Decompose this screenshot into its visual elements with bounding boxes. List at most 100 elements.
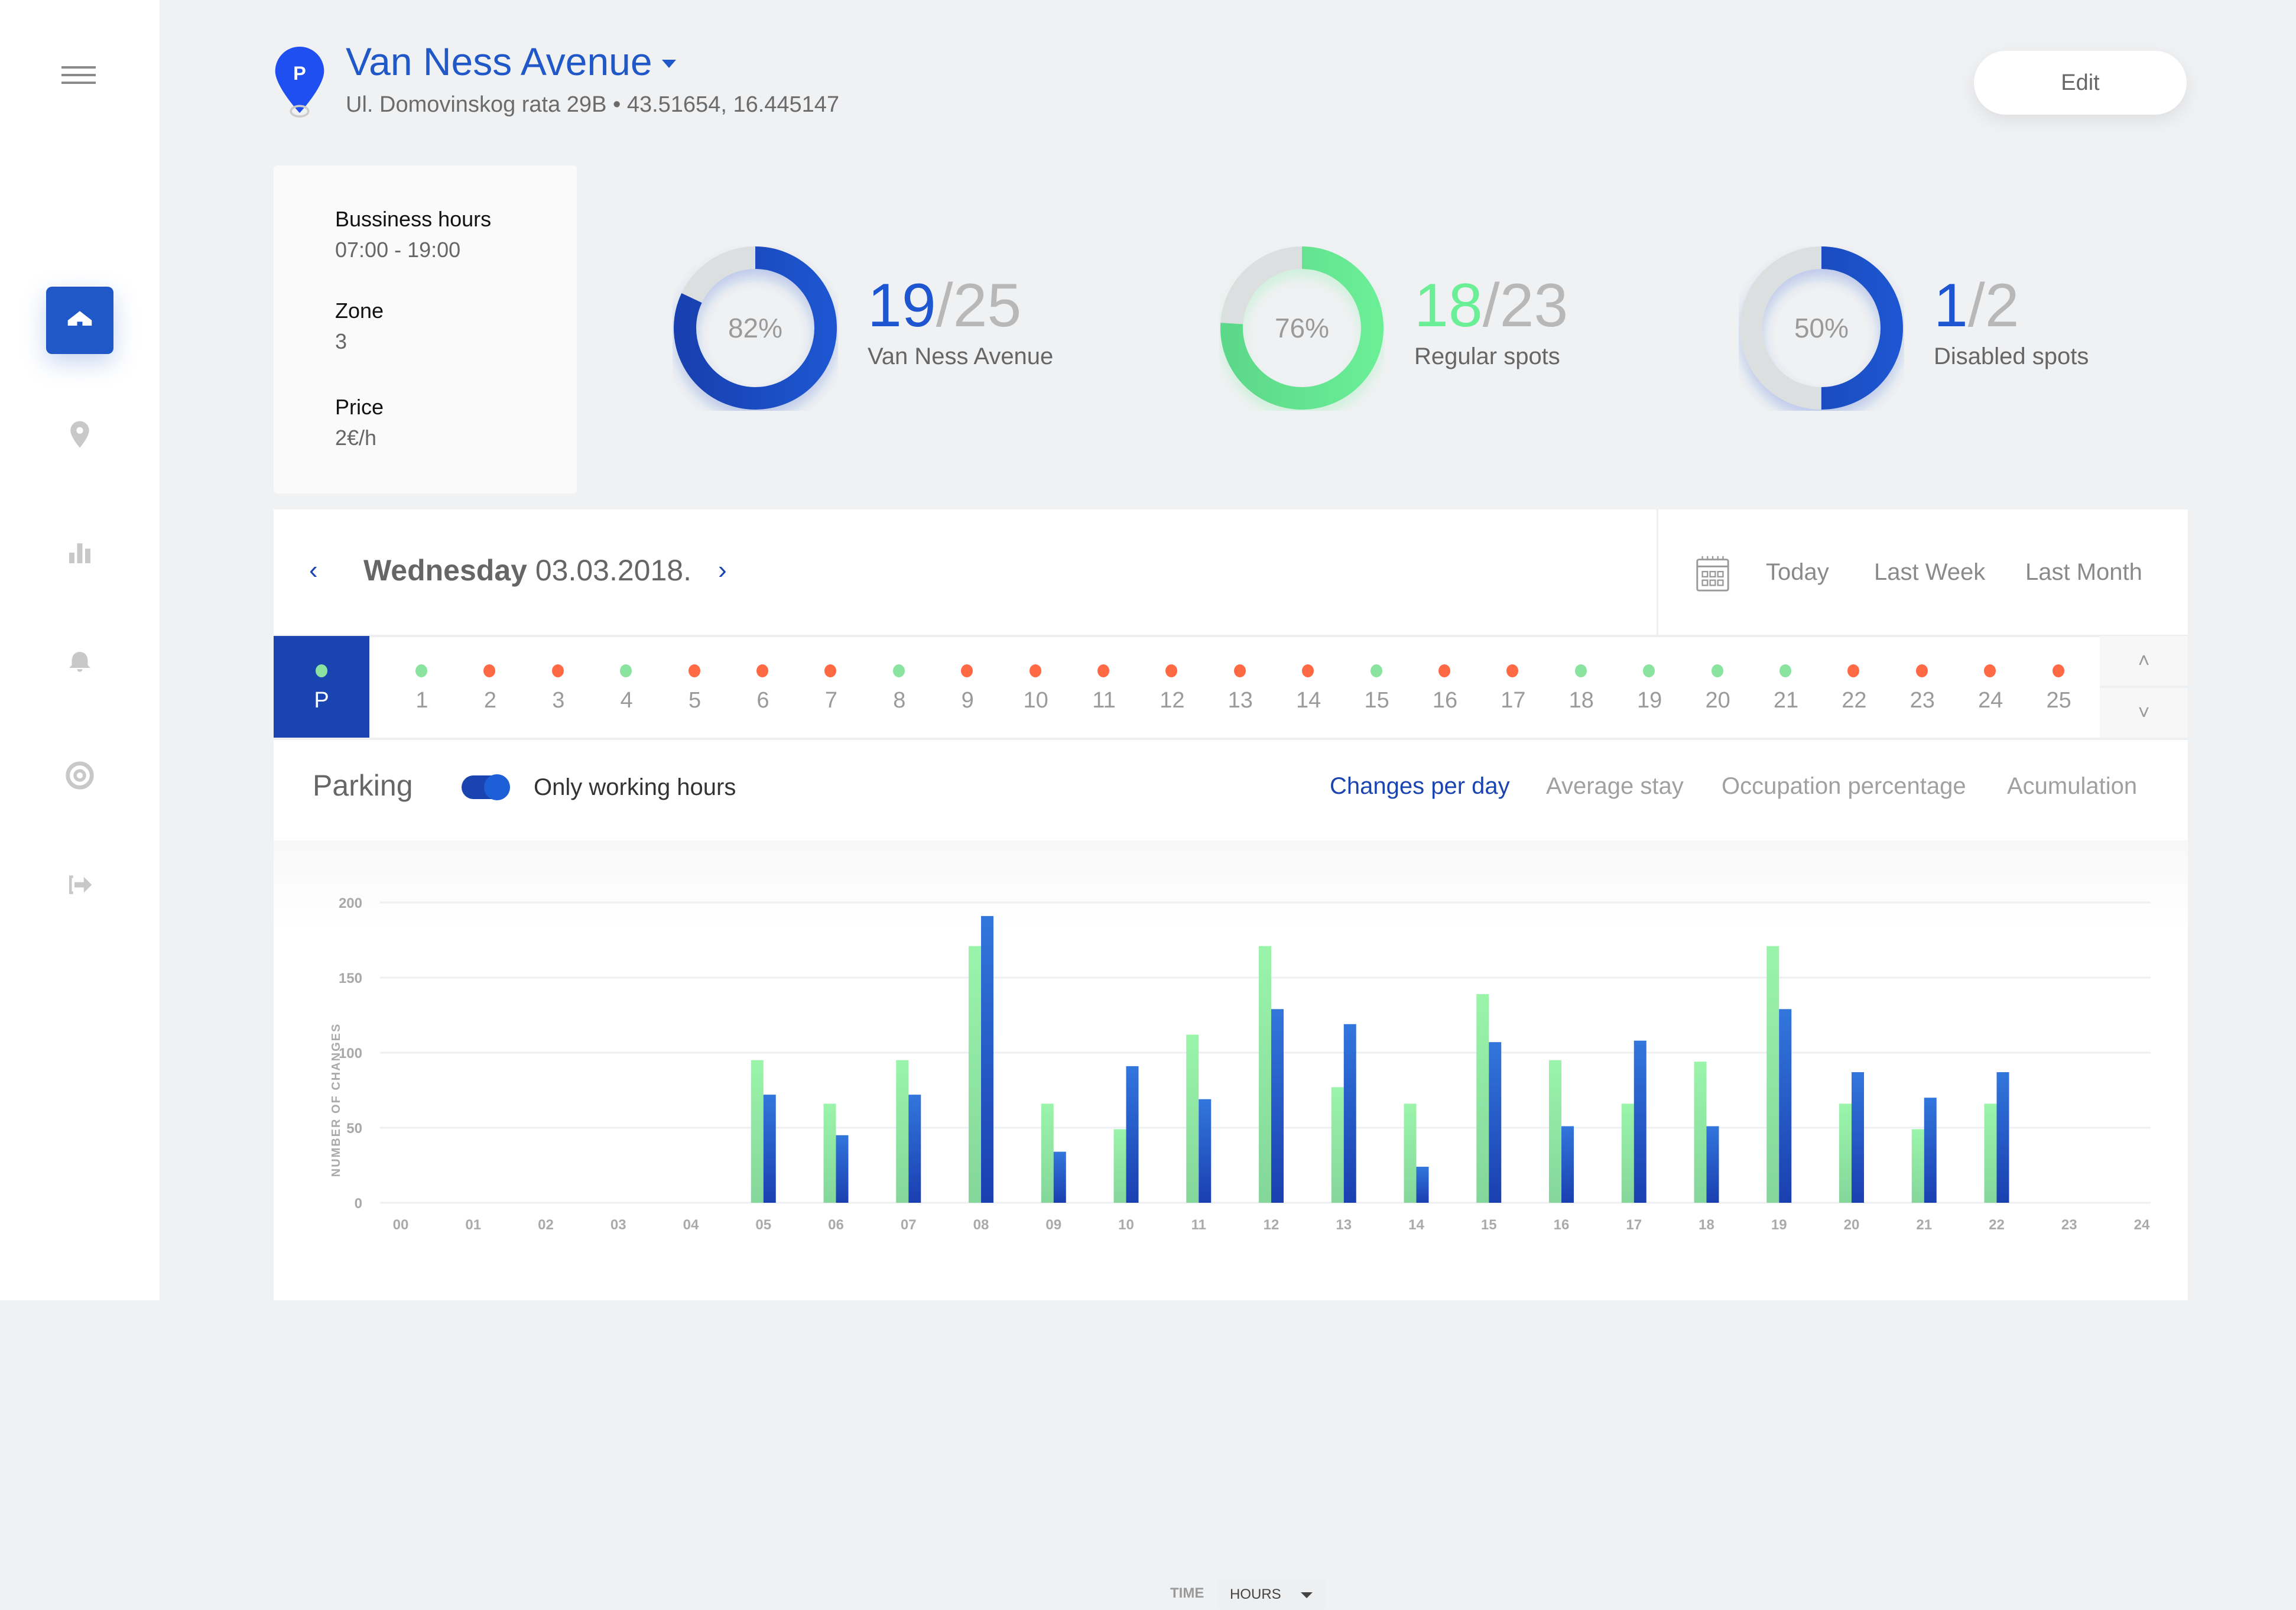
status-dot — [688, 664, 700, 677]
spot-22[interactable]: 22 — [1827, 636, 1881, 738]
spot-1[interactable]: 1 — [395, 636, 449, 738]
scroll-down-button[interactable]: ˅ — [2100, 688, 2188, 738]
sidebar-item-target[interactable] — [46, 742, 113, 809]
spot-6[interactable]: 6 — [736, 636, 790, 738]
x-tick-label: 11 — [1191, 1217, 1206, 1233]
status-dot — [551, 664, 564, 677]
x-tick-label: 06 — [828, 1217, 844, 1233]
spot-15[interactable]: 15 — [1350, 636, 1404, 738]
sidebar-item-logout[interactable] — [46, 851, 113, 918]
spot-19[interactable]: 19 — [1623, 636, 1676, 738]
edit-button[interactable]: Edit — [1974, 51, 2187, 115]
location-icon — [70, 421, 89, 448]
x-tick-label: 03 — [610, 1217, 626, 1233]
bar-blue-21 — [1924, 1098, 1937, 1203]
tab-occupation-percentage[interactable]: Occupation percentage — [1722, 773, 1966, 800]
spot-24[interactable]: 24 — [1964, 636, 2017, 738]
spot-number: 2 — [483, 688, 496, 713]
menu-icon[interactable] — [61, 66, 96, 84]
bar-chart: 050100150200NUMBER OF CHANGES00 01 02 03 04 0… — [330, 895, 2151, 1233]
spot-20[interactable]: 20 — [1691, 636, 1745, 738]
x-tick-label: 15 — [1481, 1217, 1497, 1233]
x-tick-label: 07 — [901, 1217, 917, 1233]
x-tick-label: 08 — [973, 1217, 989, 1233]
spot-7[interactable]: 7 — [804, 636, 858, 738]
range-last-week[interactable]: Last Week — [1874, 559, 1985, 586]
sidebar — [0, 0, 160, 1300]
spot-number: 22 — [1842, 688, 1867, 713]
price-label: Price — [335, 395, 384, 419]
range-last-month[interactable]: Last Month — [2025, 559, 2142, 586]
status-dot — [1915, 664, 1928, 677]
x-tick-label: 00 — [393, 1217, 409, 1233]
spot-18[interactable]: 18 — [1555, 636, 1608, 738]
location-title-dropdown[interactable]: Van Ness Avenue — [346, 39, 676, 84]
spot-number: 11 — [1092, 688, 1116, 713]
bar-blue-10 — [1126, 1066, 1139, 1203]
spot-number: 5 — [689, 688, 702, 713]
spot-10[interactable]: 10 — [1009, 636, 1063, 738]
bar-blue-13 — [1343, 1024, 1356, 1203]
spot-9[interactable]: 9 — [941, 636, 994, 738]
spot-21[interactable]: 21 — [1759, 636, 1813, 738]
spot-number: 8 — [893, 688, 906, 713]
spot-number: 1 — [415, 688, 428, 713]
spot-12[interactable]: 12 — [1145, 636, 1199, 738]
spot-number: 15 — [1364, 688, 1389, 713]
sidebar-item-location[interactable] — [46, 401, 113, 468]
bell-icon — [69, 652, 90, 672]
status-dot — [1643, 664, 1655, 677]
range-today[interactable]: Today — [1766, 559, 1829, 586]
spot-number: 14 — [1296, 688, 1321, 713]
spot-13[interactable]: 13 — [1214, 636, 1267, 738]
spot-25[interactable]: 25 — [2032, 636, 2086, 738]
tab-acumulation[interactable]: Acumulation — [2007, 773, 2137, 800]
chart-tabs-row: Parking Only working hours Changes per d… — [274, 740, 2188, 835]
bar-blue-08 — [981, 916, 993, 1203]
sidebar-item-notifications[interactable] — [46, 629, 113, 696]
info-card: Bussiness hours 07:00 - 19:00 Zone 3 Pri… — [274, 165, 577, 494]
date-navigation: ‹ Wednesday 03.03.2018. › Today Last Wee… — [274, 509, 2188, 637]
spot-8[interactable]: 8 — [873, 636, 926, 738]
spot-number: 25 — [2046, 688, 2071, 713]
scroll-up-button[interactable]: ˄ — [2100, 636, 2188, 688]
spot-header[interactable]: P — [274, 636, 369, 738]
spot-11[interactable]: 11 — [1077, 636, 1131, 738]
working-hours-toggle[interactable] — [462, 774, 510, 800]
spot-14[interactable]: 14 — [1282, 636, 1335, 738]
bar-blue-05 — [763, 1095, 776, 1203]
x-tick-label: 13 — [1336, 1217, 1352, 1233]
spot-16[interactable]: 16 — [1418, 636, 1472, 738]
stat-count: 18/23 — [1414, 275, 1568, 336]
spot-17[interactable]: 17 — [1486, 636, 1540, 738]
spot-23[interactable]: 23 — [1896, 636, 1949, 738]
dropdown-arrow-icon — [1301, 1592, 1313, 1598]
spot-2[interactable]: 2 — [463, 636, 517, 738]
next-day-button[interactable]: › — [718, 556, 727, 585]
spot-number: 23 — [1909, 688, 1935, 713]
bar-blue-11 — [1199, 1099, 1212, 1203]
sidebar-item-home[interactable] — [46, 287, 113, 354]
time-unit-select[interactable]: HOURS — [1218, 1579, 1326, 1610]
weekday: Wednesday — [363, 554, 527, 587]
stat-label: Disabled spots — [1934, 343, 2089, 369]
sidebar-item-statistics[interactable] — [46, 519, 113, 586]
total-count: /23 — [1482, 271, 1568, 340]
donut-percent: 76% — [1274, 313, 1330, 343]
spot-4[interactable]: 4 — [600, 636, 653, 738]
bar-blue-19 — [1779, 1009, 1792, 1203]
status-dot — [961, 664, 973, 677]
calendar-icon[interactable] — [1695, 554, 1730, 592]
stat-label: Regular spots — [1414, 343, 1560, 369]
bar-blue-22 — [1996, 1072, 2009, 1203]
business-hours-label: Bussiness hours — [335, 207, 492, 231]
spot-3[interactable]: 3 — [532, 636, 585, 738]
status-dot — [1029, 664, 1041, 677]
spot-5[interactable]: 5 — [668, 636, 722, 738]
tab-average-stay[interactable]: Average stay — [1546, 773, 1684, 800]
tab-changes-per-day[interactable]: Changes per day — [1330, 773, 1510, 800]
x-tick-label: 20 — [1844, 1217, 1860, 1233]
prev-day-button[interactable]: ‹ — [309, 556, 318, 585]
occupied-count: 19 — [868, 271, 936, 340]
location-address: Ul. Domovinskog rata 29B • 43.51654, 16.… — [346, 92, 840, 117]
